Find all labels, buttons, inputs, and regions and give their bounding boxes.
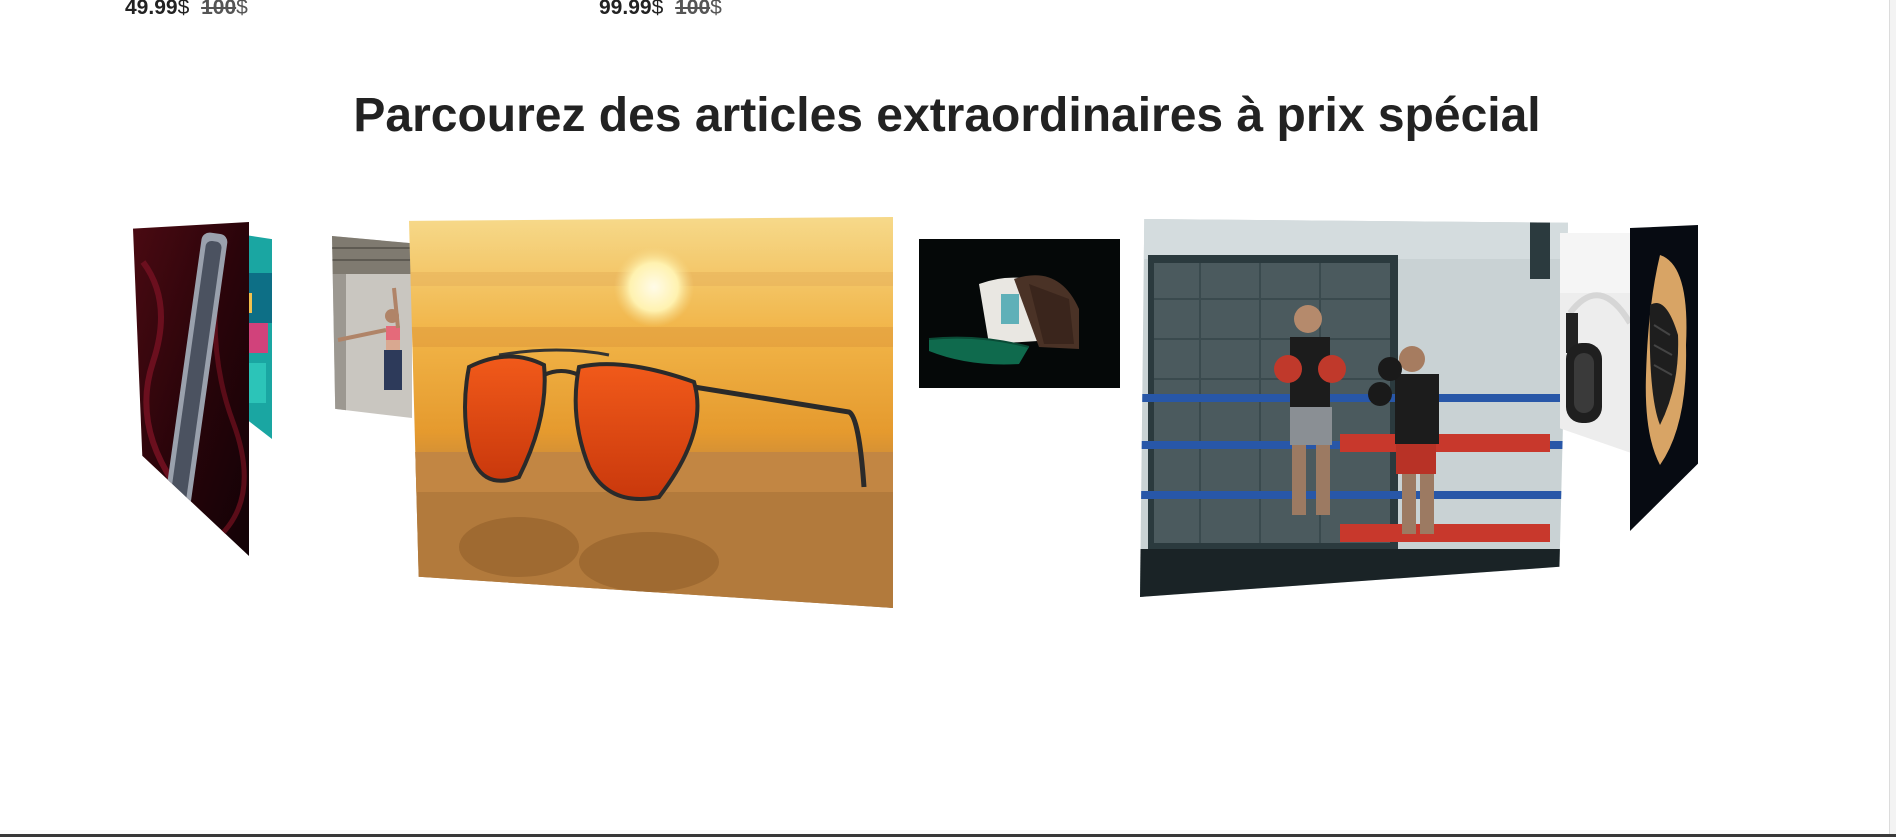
sunglasses-image bbox=[409, 217, 893, 608]
cap-image bbox=[919, 239, 1120, 388]
carousel-item-fitness-woman[interactable] bbox=[332, 236, 412, 418]
phone-case-image bbox=[133, 222, 249, 556]
carousel-item-phone-case[interactable] bbox=[133, 222, 249, 556]
carousel-item-sunglasses[interactable] bbox=[409, 217, 893, 608]
carousel-item-cap[interactable] bbox=[919, 239, 1120, 388]
glove-image bbox=[1630, 225, 1698, 531]
page: 49.99$ 100$ 99.99$ 100$ Parcourez des ar… bbox=[0, 0, 1896, 837]
carousel-item-boxing[interactable] bbox=[1140, 219, 1568, 597]
scrollbar-track[interactable] bbox=[1889, 0, 1896, 837]
product-carousel[interactable] bbox=[0, 0, 1896, 837]
carousel-item-glove[interactable] bbox=[1630, 225, 1698, 531]
fitness-woman-image bbox=[332, 236, 412, 418]
headphones-image bbox=[1560, 233, 1637, 455]
carousel-item-headphones[interactable] bbox=[1560, 233, 1637, 455]
boxing-image bbox=[1140, 219, 1568, 597]
